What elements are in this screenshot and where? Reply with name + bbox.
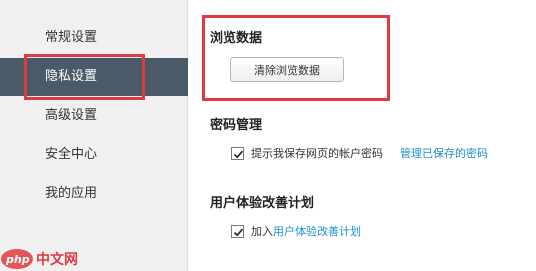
sidebar-item-privacy[interactable]: 隐私设置 <box>0 58 188 96</box>
password-management-title: 密码管理 <box>210 118 263 133</box>
save-password-checkbox[interactable] <box>231 146 244 160</box>
sidebar-item-label: 常规设置 <box>45 30 98 45</box>
php-cn-watermark: php 中文网 <box>0 245 92 271</box>
watermark-text: 中文网 <box>36 252 78 268</box>
sidebar-item-advanced[interactable]: 高级设置 <box>0 97 188 135</box>
checkmark-icon <box>233 228 244 236</box>
sidebar-item-general[interactable]: 常规设置 <box>0 19 188 57</box>
browsing-data-title: 浏览数据 <box>210 31 263 46</box>
ux-plan-row: 加入 用户体验改善计划 <box>231 223 361 239</box>
save-password-label: 提示我保存网页的帐户密码 <box>251 147 383 160</box>
sidebar-item-label: 高级设置 <box>45 108 98 123</box>
settings-content: 浏览数据 清除浏览数据 密码管理 提示我保存网页的帐户密码 管理已保存的密码 用… <box>189 0 536 271</box>
checkmark-icon <box>233 150 244 158</box>
save-password-row: 提示我保存网页的帐户密码 管理已保存的密码 <box>231 145 488 161</box>
sidebar-item-security-center[interactable]: 安全中心 <box>0 136 188 174</box>
ux-plan-link[interactable]: 用户体验改善计划 <box>273 223 361 239</box>
settings-window: 常规设置 隐私设置 高级设置 安全中心 我的应用 浏览数据 清除浏览数据 密码管… <box>0 0 536 271</box>
sidebar-item-label: 我的应用 <box>45 186 98 201</box>
ux-plan-checkbox[interactable] <box>231 224 244 238</box>
sidebar-item-label: 隐私设置 <box>45 69 98 84</box>
manage-saved-passwords-link[interactable]: 管理已保存的密码 <box>400 145 488 161</box>
sidebar-item-my-apps[interactable]: 我的应用 <box>0 175 188 213</box>
ux-plan-join-prefix: 加入 <box>251 225 273 238</box>
sidebar-item-label: 安全中心 <box>45 147 98 162</box>
clear-browsing-data-button[interactable]: 清除浏览数据 <box>230 57 344 82</box>
settings-sidebar: 常规设置 隐私设置 高级设置 安全中心 我的应用 <box>0 0 188 271</box>
svg-text:php: php <box>5 253 30 266</box>
ux-plan-title: 用户体验改善计划 <box>210 196 315 211</box>
